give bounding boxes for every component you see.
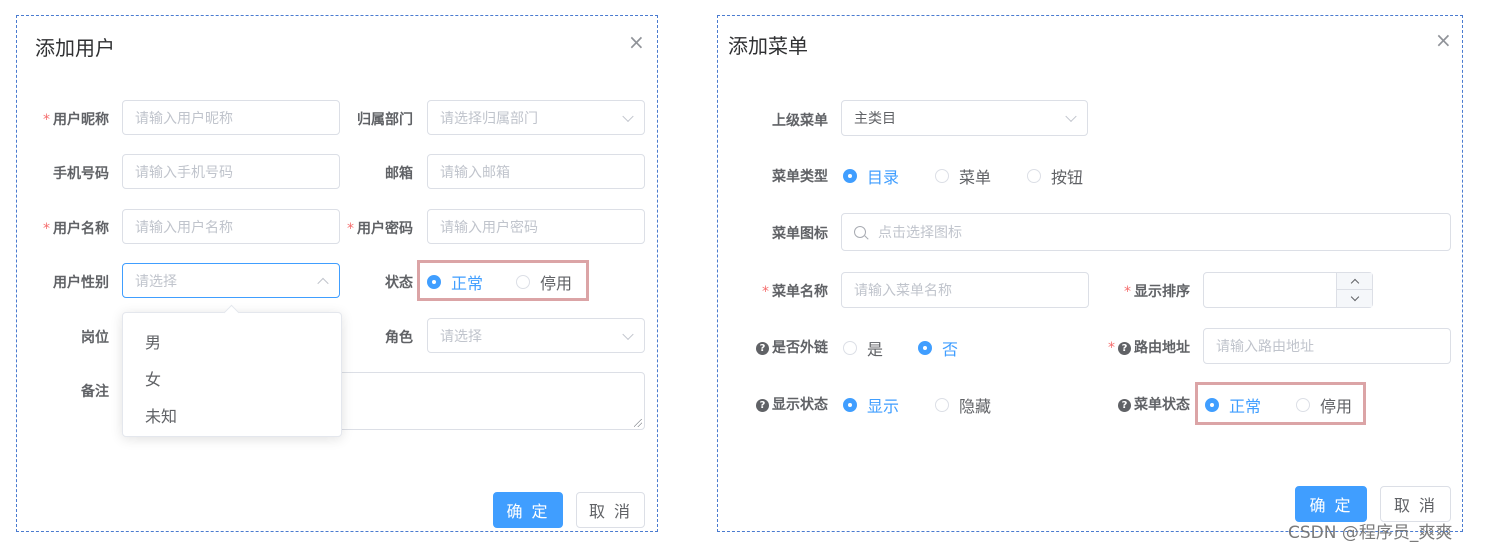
route-input[interactable]: 请输入路由地址 [1203,328,1451,364]
external-link-label: ? 是否外链 [728,337,828,357]
dialog-title: 添加用户 [35,36,115,60]
email-input[interactable]: 请输入邮箱 [427,154,645,189]
route-label: *? 路由地址 [1108,340,1190,356]
required-mark: * [762,284,769,300]
radio-dot [843,341,857,355]
radio-dot [843,398,857,412]
gender-option-unknown[interactable]: 未知 [145,403,177,427]
decrease-button[interactable] [1337,290,1372,307]
resize-handle-icon[interactable] [634,419,642,427]
external-radio-no[interactable]: 否 [918,336,958,360]
menu-name-input[interactable]: 请输入菜单名称 [841,272,1089,308]
add-menu-dialog: 添加菜单 × 上级菜单 主类目 菜单类型 目录 菜单 按钮 菜单图标 点击选择图… [717,15,1463,532]
close-icon[interactable]: × [1435,30,1452,50]
question-circle-icon[interactable]: ? [756,399,769,412]
remark-label: 备注 [81,384,109,400]
status-highlight-box [417,260,589,301]
phone-label: 手机号码 [53,166,109,182]
required-mark: * [1108,340,1115,356]
chevron-down-icon [1065,110,1077,123]
menu-type-label: 菜单类型 [772,169,828,185]
gender-option-female[interactable]: 女 [145,366,161,390]
question-circle-icon[interactable]: ? [1118,342,1131,355]
close-icon[interactable]: × [628,32,645,52]
menu-name-label: * 菜单名称 [762,284,828,300]
dropdown-arrow [223,304,240,321]
confirm-button[interactable]: 确 定 [1295,486,1367,522]
phone-input[interactable]: 请输入手机号码 [122,154,340,189]
menu-type-radio-menu[interactable]: 菜单 [935,164,991,188]
dept-select[interactable]: 请选择归属部门 [427,100,645,135]
cancel-button[interactable]: 取 消 [1380,486,1451,522]
search-icon [854,226,866,238]
email-label: 邮箱 [385,166,413,182]
order-number-stepper[interactable] [1203,272,1373,308]
watermark: CSDN @程序员_爽爽 [1288,523,1453,543]
add-user-dialog: 添加用户 × * 用户昵称 请输入用户昵称 归属部门 请选择归属部门 手机号码 请… [16,15,658,532]
username-input[interactable]: 请输入用户名称 [122,209,340,244]
gender-dropdown: 男 女 未知 [122,304,342,437]
password-label: * 用户密码 [347,221,413,237]
order-label: * 显示排序 [1124,284,1190,300]
dialog-title: 添加菜单 [728,34,808,58]
icon-picker-input[interactable]: 点击选择图标 [841,213,1451,251]
radio-dot [1027,169,1041,183]
required-mark: * [347,221,354,237]
external-radio-yes[interactable]: 是 [843,336,883,360]
parent-menu-label: 上级菜单 [772,113,828,129]
password-input[interactable]: 请输入用户密码 [427,209,645,244]
gender-select[interactable]: 请选择 [122,263,340,298]
status-label: 状态 [385,275,413,291]
menu-status-label: ? 菜单状态 [1070,394,1190,414]
gender-label: 用户性别 [53,275,109,291]
menu-icon-label: 菜单图标 [772,226,828,242]
visible-radio-show[interactable]: 显示 [843,393,899,417]
question-circle-icon[interactable]: ? [756,342,769,355]
chevron-down-icon [1350,292,1359,301]
parent-menu-select[interactable]: 主类目 [841,100,1088,136]
radio-dot [843,169,857,183]
gender-option-male[interactable]: 男 [145,329,161,353]
required-mark: * [43,221,50,237]
cancel-button[interactable]: 取 消 [576,492,645,528]
username-label: * 用户名称 [43,221,109,237]
question-circle-icon[interactable]: ? [1118,399,1131,412]
role-select[interactable]: 请选择 [427,318,645,353]
chevron-down-icon [622,328,634,340]
chevron-down-icon [622,110,634,122]
nickname-input[interactable]: 请输入用户昵称 [122,100,340,135]
menu-type-radio-directory[interactable]: 目录 [843,164,899,188]
required-mark: * [43,112,50,128]
chevron-up-icon [1350,278,1359,288]
radio-dot [935,398,949,412]
radio-dot [918,341,932,355]
visible-label: ? 显示状态 [728,394,828,414]
dept-label: 归属部门 [357,112,413,128]
radio-dot [935,169,949,183]
stepper-controls [1336,273,1372,307]
visible-radio-hide[interactable]: 隐藏 [935,393,991,417]
confirm-button[interactable]: 确 定 [493,492,563,528]
required-mark: * [1124,284,1131,300]
increase-button[interactable] [1337,273,1372,290]
post-label: 岗位 [81,330,109,346]
menu-type-radio-button[interactable]: 按钮 [1027,164,1083,188]
nickname-label: * 用户昵称 [43,112,109,128]
menu-status-highlight-box [1195,382,1366,425]
